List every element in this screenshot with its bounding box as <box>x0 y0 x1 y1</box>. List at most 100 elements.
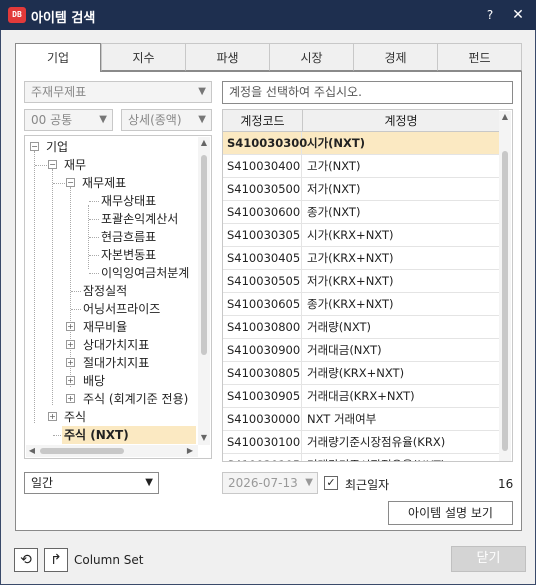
table-row[interactable]: S410030500 저가(NXT) <box>223 178 499 201</box>
tab-economy[interactable]: 경제 <box>353 43 438 71</box>
frequency-select[interactable]: 일간 ▼ <box>24 472 159 494</box>
table-row[interactable]: S410030800 거래량(NXT) <box>223 316 499 339</box>
chevron-down-icon: ▼ <box>198 86 206 97</box>
scroll-thumb[interactable] <box>201 155 207 355</box>
period-type-value: 00 공통 <box>31 113 73 127</box>
column-header-name[interactable]: 계정명 <box>303 110 499 132</box>
account-name-cell: 고가(NXT) <box>307 159 361 173</box>
account-code-cell: S410030900 <box>223 339 302 362</box>
column-set-label[interactable]: Column Set <box>74 553 143 567</box>
tree-item-retained-earnings[interactable]: 이익잉여금처분계 <box>101 264 189 282</box>
table-row[interactable]: S410030300 시가(NXT) <box>223 132 499 155</box>
tree-vertical-scrollbar[interactable]: ▲ ▼ <box>198 137 210 445</box>
recent-date-checkbox[interactable]: ✓ <box>324 476 338 490</box>
window-title: 아이템 검색 <box>31 11 96 26</box>
tab-fund[interactable]: 펀드 <box>437 43 522 71</box>
grid-vertical-scrollbar[interactable]: ▲ <box>499 111 511 461</box>
account-name-cell: 저가(KRX+NXT) <box>307 274 394 288</box>
tree-item-financial-statements[interactable]: 재무제표 <box>82 174 126 192</box>
tree-item-company[interactable]: 기업 <box>46 138 68 156</box>
scroll-up-icon[interactable]: ▲ <box>499 112 511 122</box>
table-row[interactable]: S410030505 저가(KRX+NXT) <box>223 270 499 293</box>
account-search-input[interactable]: 계정을 선택하여 주십시오. <box>222 81 513 104</box>
reset-arrow-icon[interactable]: ↱ <box>44 548 68 572</box>
detail-select[interactable]: 상세(종액) ▼ <box>121 109 212 131</box>
help-button[interactable]: ? <box>480 5 500 25</box>
account-name-cell: 종가(KRX+NXT) <box>307 297 394 311</box>
tree-horizontal-scrollbar[interactable]: ◀ ▶ <box>26 445 198 457</box>
tree-toggle-icon[interactable]: + <box>66 394 75 403</box>
account-code-cell: S410030605 <box>223 293 302 316</box>
tree-item-income-statement[interactable]: 포괄손익계산서 <box>101 210 178 228</box>
tree-item-preliminary-results[interactable]: 잠정실적 <box>83 282 127 300</box>
tree-toggle-icon[interactable]: + <box>66 322 75 331</box>
item-description-button[interactable]: 아이템 설명 보기 <box>388 501 513 525</box>
account-name-cell: 저가(NXT) <box>307 182 361 196</box>
tree-item-cash-flow[interactable]: 현금흐름표 <box>101 228 156 246</box>
tree-item-absolute-value[interactable]: 절대가치지표 <box>83 354 149 372</box>
tree-toggle-icon[interactable]: − <box>48 160 57 169</box>
account-code-cell: S410030505 <box>223 270 302 293</box>
tree-item-financial-ratios[interactable]: 재무비율 <box>83 318 127 336</box>
account-code-cell: S410030300 <box>223 132 307 155</box>
table-row[interactable]: S410030405 고가(KRX+NXT) <box>223 247 499 270</box>
tree-item-dividend[interactable]: 배당 <box>83 372 105 390</box>
tab-index[interactable]: 지수 <box>101 43 186 71</box>
table-row[interactable]: S410030100 거래량기준시장점유율(KRX) <box>223 431 499 454</box>
refresh-icon[interactable]: ⟲ <box>14 548 38 572</box>
tab-company[interactable]: 기업 <box>15 43 101 72</box>
table-row[interactable]: S410030905 거래대금(KRX+NXT) <box>223 385 499 408</box>
scroll-right-icon[interactable]: ▶ <box>184 446 196 456</box>
table-row[interactable]: S410030105거래량기준시장점유율(NXT) <box>223 454 499 461</box>
table-row[interactable]: S410030600 종가(NXT) <box>223 201 499 224</box>
chevron-down-icon: ▼ <box>99 114 107 125</box>
account-code-cell: S410030600 <box>223 201 302 224</box>
tree-toggle-icon[interactable]: − <box>66 178 75 187</box>
tree-item-relative-value[interactable]: 상대가치지표 <box>83 336 149 354</box>
account-name-cell: NXT 거래여부 <box>307 412 377 426</box>
chevron-down-icon: ▼ <box>198 114 206 125</box>
table-row[interactable]: S410030305 시가(KRX+NXT) <box>223 224 499 247</box>
item-count: 16 <box>498 477 514 491</box>
tree-toggle-icon[interactable]: − <box>30 142 39 151</box>
tree-toggle-icon[interactable]: + <box>66 376 75 385</box>
account-code-cell: S410030500 <box>223 178 302 201</box>
tree-item-stock-accounting[interactable]: 주식 (회계기준 전용) <box>83 390 188 408</box>
period-type-select[interactable]: 00 공통 ▼ <box>24 109 113 131</box>
table-row[interactable]: S410030000 NXT 거래여부 <box>223 408 499 431</box>
tab-market[interactable]: 시장 <box>269 43 354 71</box>
account-code-cell: S410030805 <box>223 362 302 385</box>
account-name-cell: 거래량(KRX+NXT) <box>307 366 405 380</box>
title-bar: DB 아이템 검색 ? ✕ <box>0 0 536 30</box>
account-code-cell: S410030000 <box>223 408 302 431</box>
scroll-down-icon[interactable]: ▼ <box>198 433 210 443</box>
tree-toggle-icon[interactable]: + <box>66 358 75 367</box>
scroll-thumb[interactable] <box>40 448 124 454</box>
report-type-select[interactable]: 주재무제표 ▼ <box>24 81 212 103</box>
tree-item-earnings-surprise[interactable]: 어닝서프라이즈 <box>83 300 160 318</box>
account-code-cell: S410030400 <box>223 155 302 178</box>
close-window-button[interactable]: ✕ <box>508 5 528 25</box>
account-name-cell: 거래량기준시장점유율(NXT) <box>303 454 499 461</box>
scroll-left-icon[interactable]: ◀ <box>26 446 38 456</box>
scroll-thumb[interactable] <box>502 151 508 451</box>
date-picker[interactable]: 2026-07-13 ▼ <box>222 472 318 494</box>
tree-item-balance-sheet[interactable]: 재무상태표 <box>101 192 156 210</box>
tree-toggle-icon[interactable]: + <box>66 340 75 349</box>
table-row[interactable]: S410030605 종가(KRX+NXT) <box>223 293 499 316</box>
table-row[interactable]: S410030400 고가(NXT) <box>223 155 499 178</box>
account-code-cell: S410030305 <box>223 224 302 247</box>
tree-item-stock[interactable]: 주식 <box>64 408 86 426</box>
account-code-cell: S410030100 <box>223 431 302 454</box>
table-row[interactable]: S410030805 거래량(KRX+NXT) <box>223 362 499 385</box>
tree-item-stock-nxt[interactable]: 주식 (NXT) <box>62 426 196 444</box>
tree-toggle-icon[interactable]: + <box>48 412 57 421</box>
tab-derivatives[interactable]: 파생 <box>185 43 270 71</box>
table-row[interactable]: S410030900 거래대금(NXT) <box>223 339 499 362</box>
tree-item-equity-changes[interactable]: 자본변동표 <box>101 246 156 264</box>
column-header-code[interactable]: 계정코드 <box>223 110 303 132</box>
scroll-up-icon[interactable]: ▲ <box>198 138 210 148</box>
tree-item-finance[interactable]: 재무 <box>64 156 86 174</box>
close-button[interactable]: 닫기 <box>451 546 526 572</box>
recent-date-label: 최근일자 <box>345 478 390 492</box>
